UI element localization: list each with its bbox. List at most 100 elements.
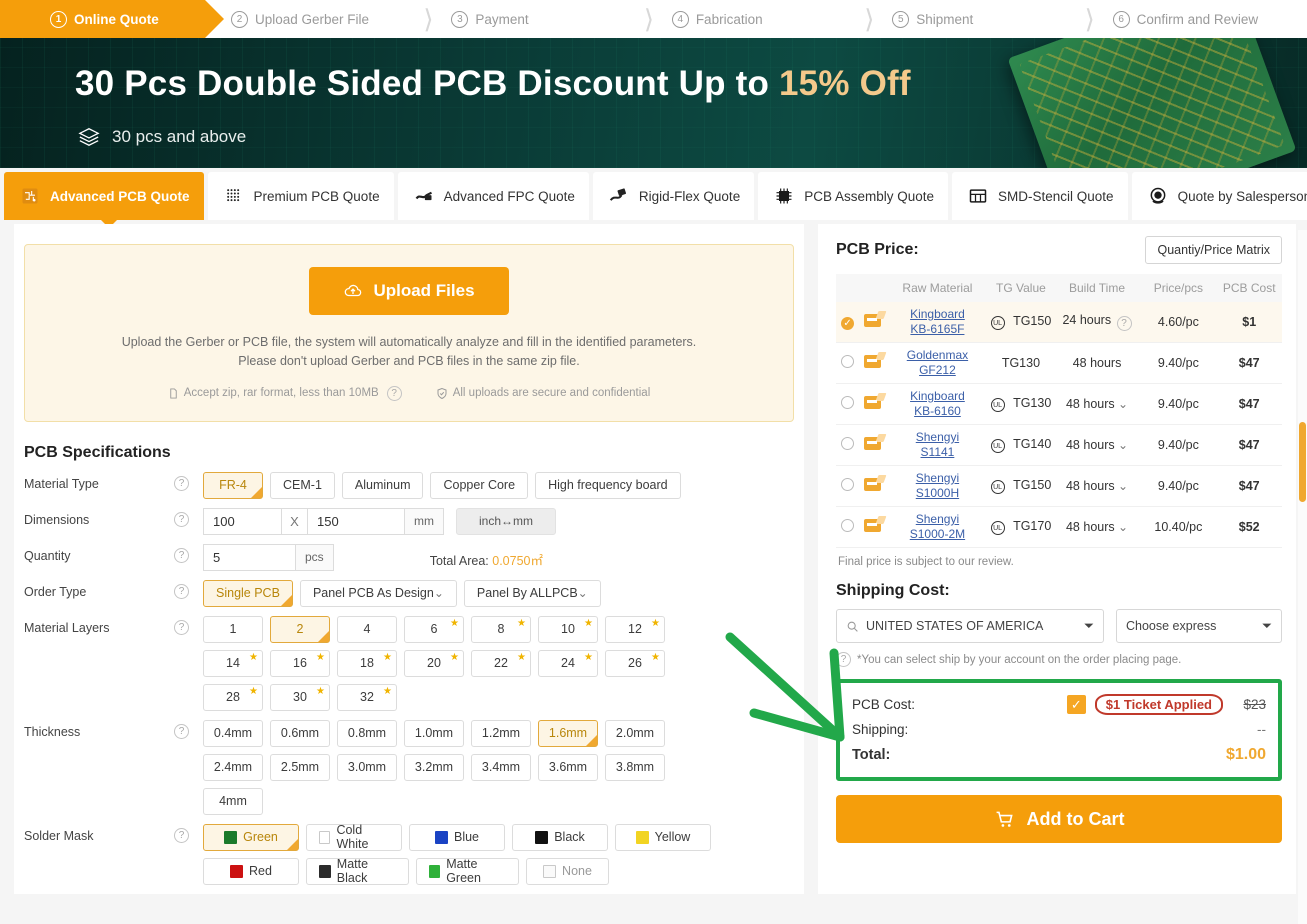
tab-smd-stencil-quote[interactable]: SMD-Stencil Quote — [952, 172, 1128, 220]
option-cem-1[interactable]: CEM-1 — [270, 471, 335, 499]
tab-pcb-assembly-quote[interactable]: PCB Assembly Quote — [758, 172, 949, 220]
quantity-input[interactable]: 5 — [203, 543, 296, 571]
row-material-cell[interactable]: Goldenmax GF212 — [886, 342, 989, 384]
material-link-line2[interactable]: KB-6165F — [889, 322, 986, 337]
option-thickness-3-6mm[interactable]: 3.6mm — [538, 753, 598, 781]
row-build-time-cell[interactable]: 48 hours — [1053, 383, 1141, 425]
radio-icon[interactable] — [841, 437, 855, 450]
option-mask-none[interactable]: None — [526, 857, 609, 885]
country-select[interactable]: UNITED STATES OF AMERICA ⏷ — [836, 609, 1104, 643]
table-row[interactable]: Shengyi S1141 UL TG140 48 hours 9.40/pc … — [836, 424, 1282, 466]
scrollbar-thumb[interactable] — [1299, 422, 1306, 502]
option-thickness-3-8mm[interactable]: 3.8mm — [605, 753, 665, 781]
option-layer-8[interactable]: 8 ★ — [471, 615, 531, 643]
option-layer-30[interactable]: 30 ★ — [270, 683, 330, 711]
help-icon[interactable]: ? — [1116, 316, 1132, 331]
express-select[interactable]: Choose express ⏷ — [1116, 609, 1282, 643]
option-layer-1[interactable]: 1 — [203, 615, 263, 643]
option-thickness-0-4mm[interactable]: 0.4mm — [203, 719, 263, 747]
page-scrollbar[interactable] — [1298, 230, 1307, 924]
help-icon[interactable]: ? — [836, 652, 851, 667]
option-layer-26[interactable]: 26 ★ — [605, 649, 665, 677]
help-icon[interactable]: ? — [174, 547, 189, 563]
option-thickness-0-8mm[interactable]: 0.8mm — [337, 719, 397, 747]
tab-advanced-fpc-quote[interactable]: Advanced FPC Quote — [397, 172, 589, 220]
row-build-time-cell[interactable]: 48 hours — [1053, 465, 1141, 507]
dimension-width-input[interactable]: 100 — [203, 507, 282, 535]
dimension-height-input[interactable]: 150 — [308, 507, 405, 535]
step-upload-gerber-file[interactable]: ⟩ 2 Upload Gerber File — [203, 0, 425, 38]
option-layer-12[interactable]: 12 ★ — [605, 615, 665, 643]
material-link-line1[interactable]: Shengyi — [889, 430, 986, 445]
help-icon[interactable]: ? — [174, 511, 189, 527]
option-mask-blue[interactable]: Blue — [409, 823, 505, 851]
promo-banner[interactable]: 30 Pcs Double Sided PCB Discount Up to 1… — [0, 38, 1307, 168]
option-copper-core[interactable]: Copper Core — [430, 471, 529, 499]
option-thickness-2-0mm[interactable]: 2.0mm — [605, 719, 665, 747]
material-link-line1[interactable]: Goldenmax — [889, 348, 986, 363]
radio-icon[interactable] — [841, 478, 855, 491]
table-row[interactable]: ✓ Kingboard KB-6165F UL TG150 24 hours ?… — [836, 302, 1282, 343]
table-row[interactable]: Shengyi S1000H UL TG150 48 hours 9.40/pc… — [836, 465, 1282, 507]
option-layer-32[interactable]: 32 ★ — [337, 683, 397, 711]
radio-icon[interactable] — [841, 355, 855, 368]
material-link-line1[interactable]: Kingboard — [889, 307, 986, 322]
row-radio-cell[interactable] — [836, 506, 860, 548]
row-radio-cell[interactable] — [836, 424, 860, 466]
material-link-line2[interactable]: S1000H — [889, 486, 986, 501]
option-panel-by-allpcb[interactable]: Panel By ALLPCB — [463, 579, 601, 607]
option-thickness-3-0mm[interactable]: 3.0mm — [337, 753, 397, 781]
row-radio-cell[interactable] — [836, 465, 860, 507]
row-material-cell[interactable]: Shengyi S1141 — [886, 424, 989, 466]
upload-files-button[interactable]: Upload Files — [309, 267, 509, 315]
tab-rigid-flex-quote[interactable]: Rigid-Flex Quote — [592, 172, 755, 220]
help-icon[interactable]: ? — [174, 583, 189, 599]
radio-icon[interactable] — [841, 519, 855, 532]
option-layer-20[interactable]: 20 ★ — [404, 649, 464, 677]
option-thickness-2-5mm[interactable]: 2.5mm — [270, 753, 330, 781]
material-link-line2[interactable]: GF212 — [889, 363, 986, 378]
option-thickness-1-6mm[interactable]: 1.6mm — [538, 719, 598, 747]
material-link-line1[interactable]: Kingboard — [889, 389, 986, 404]
option-layer-28[interactable]: 28 ★ — [203, 683, 263, 711]
step-payment[interactable]: ⟩ 3 Payment — [423, 0, 645, 38]
row-radio-cell[interactable]: ✓ — [836, 302, 860, 343]
help-icon[interactable]: ? — [174, 723, 189, 739]
material-link-line2[interactable]: KB-6160 — [889, 404, 986, 419]
row-build-time-cell[interactable]: 48 hours — [1053, 424, 1141, 466]
option-thickness-2-4mm[interactable]: 2.4mm — [203, 753, 263, 781]
option-mask-matte-green[interactable]: Matte Green — [416, 857, 519, 885]
row-radio-cell[interactable] — [836, 342, 860, 384]
option-layer-22[interactable]: 22 ★ — [471, 649, 531, 677]
option-layer-24[interactable]: 24 ★ — [538, 649, 598, 677]
option-aluminum[interactable]: Aluminum — [341, 471, 424, 499]
option-panel-pcb-as-design[interactable]: Panel PCB As Design — [299, 579, 457, 607]
step-online-quote[interactable]: 1 Online Quote — [0, 0, 224, 38]
step-shipment[interactable]: ⟩ 5 Shipment — [864, 0, 1086, 38]
table-row[interactable]: Goldenmax GF212 TG130 48 hours 9.40/pc $… — [836, 342, 1282, 384]
radio-selected-icon[interactable]: ✓ — [841, 316, 855, 330]
option-layer-16[interactable]: 16 ★ — [270, 649, 330, 677]
inch-mm-swap-button[interactable]: inch↔mm — [456, 507, 557, 535]
option-layer-18[interactable]: 18 ★ — [337, 649, 397, 677]
option-layer-14[interactable]: 14 ★ — [203, 649, 263, 677]
quantity-price-matrix-button[interactable]: Quantiy/Price Matrix — [1145, 236, 1282, 264]
add-to-cart-button[interactable]: Add to Cart — [836, 795, 1282, 843]
material-link-line1[interactable]: Shengyi — [889, 471, 986, 486]
option-layer-4[interactable]: 4 — [337, 615, 397, 643]
material-link-line2[interactable]: S1000-2M — [889, 527, 986, 542]
option-thickness-4mm[interactable]: 4mm — [203, 787, 263, 815]
option-thickness-3-4mm[interactable]: 3.4mm — [471, 753, 531, 781]
row-material-cell[interactable]: Shengyi S1000-2M — [886, 506, 989, 548]
option-high-frequency-board[interactable]: High frequency board — [535, 471, 681, 499]
step-confirm-and-review[interactable]: ⟩ 6 Confirm and Review — [1085, 0, 1307, 38]
help-icon[interactable]: ? — [174, 827, 189, 843]
radio-icon[interactable] — [841, 396, 855, 409]
table-row[interactable]: Shengyi S1000-2M UL TG170 48 hours 10.40… — [836, 506, 1282, 548]
option-thickness-1-2mm[interactable]: 1.2mm — [471, 719, 531, 747]
option-thickness-3-2mm[interactable]: 3.2mm — [404, 753, 464, 781]
row-material-cell[interactable]: Shengyi S1000H — [886, 465, 989, 507]
option-thickness-1-0mm[interactable]: 1.0mm — [404, 719, 464, 747]
material-link-line2[interactable]: S1141 — [889, 445, 986, 460]
option-mask-yellow[interactable]: Yellow — [615, 823, 711, 851]
